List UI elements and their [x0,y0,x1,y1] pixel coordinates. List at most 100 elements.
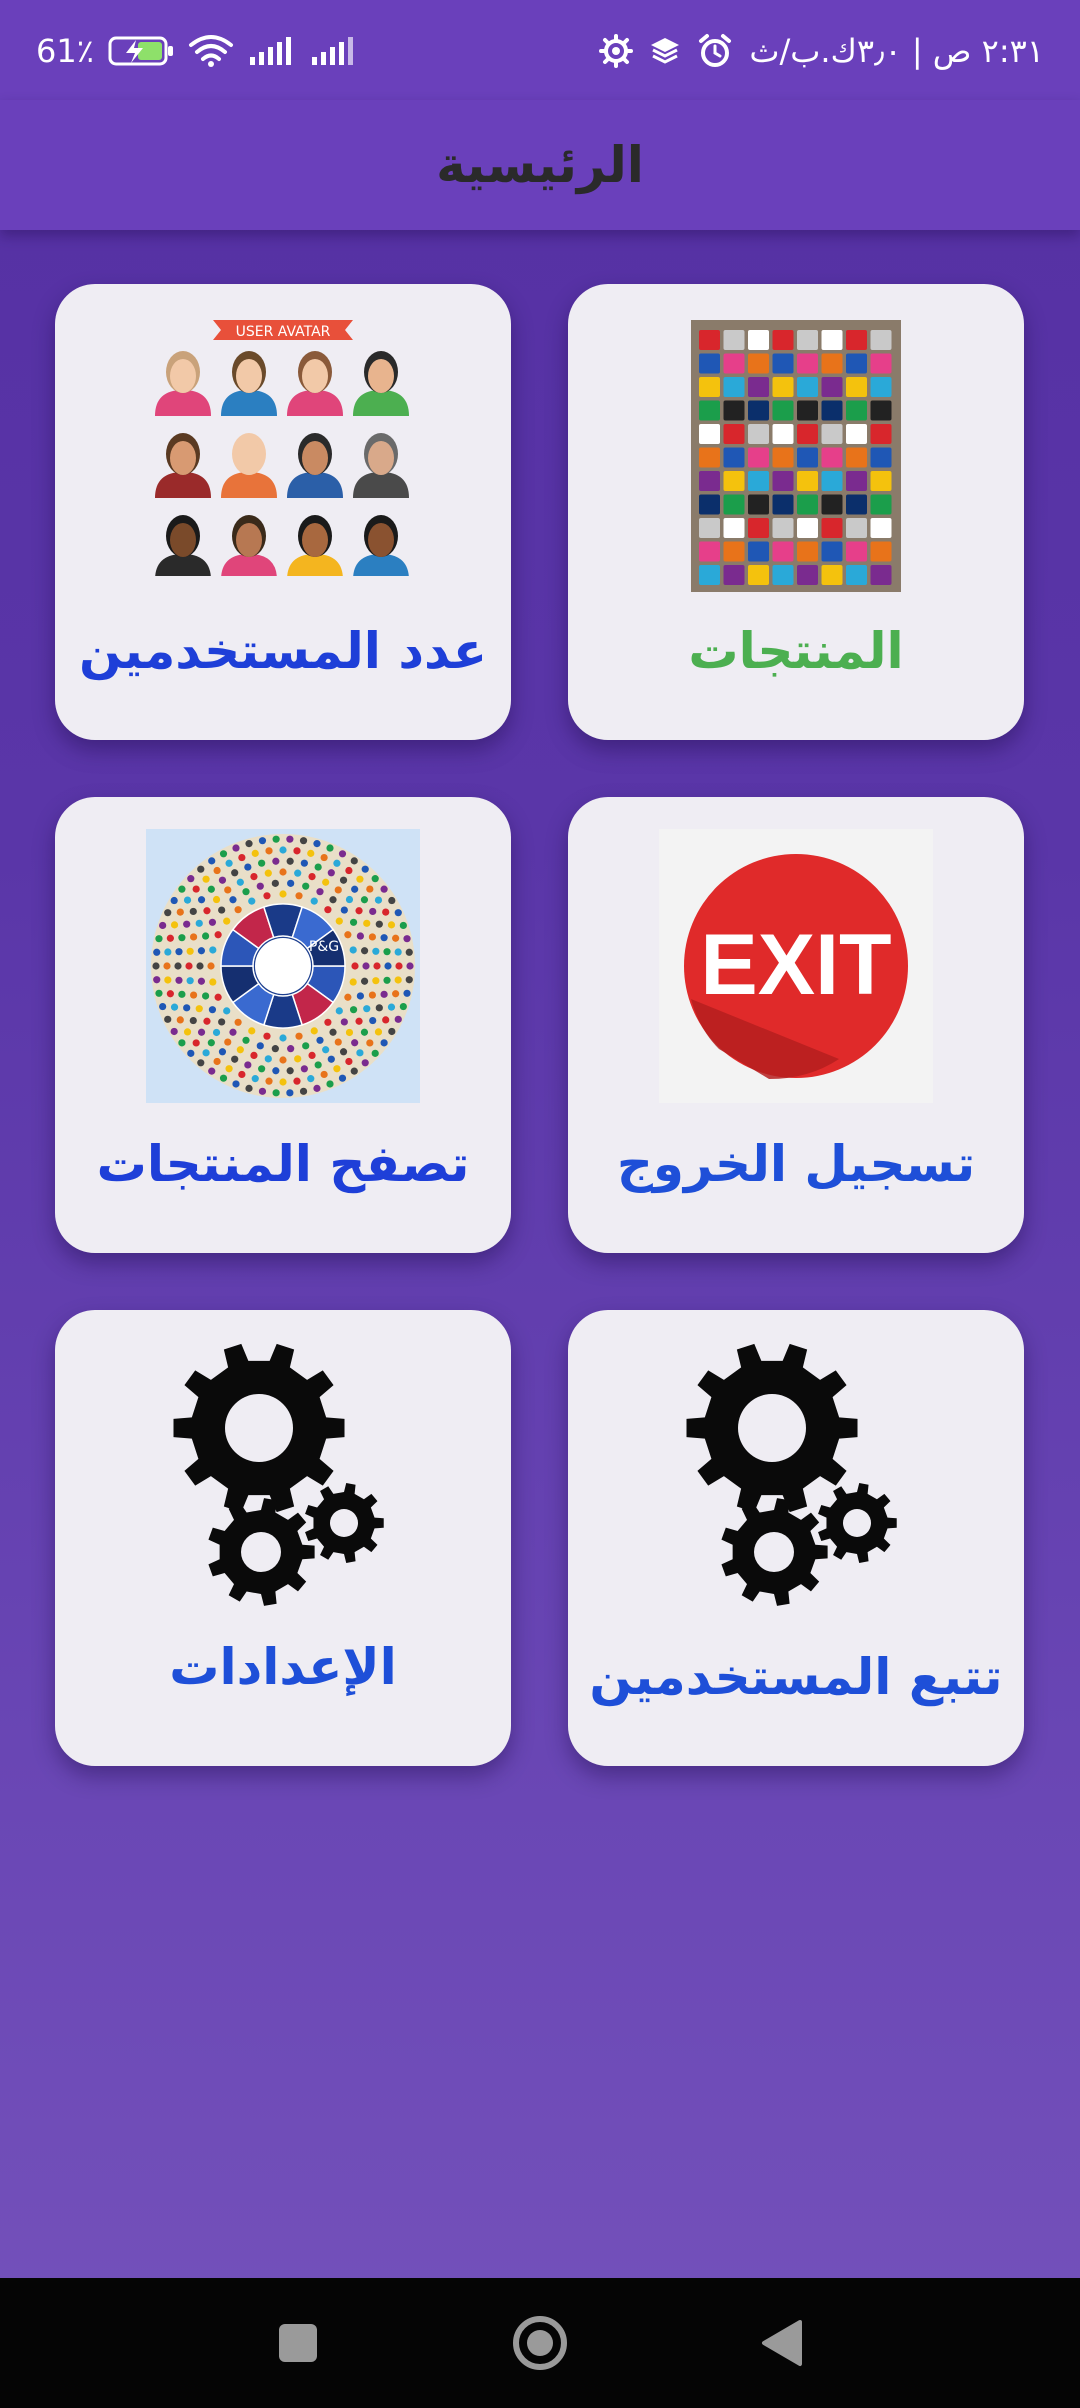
wheel-logo-dot [339,876,348,884]
wheel-logo-dot [187,1049,195,1057]
avatar-face [368,523,394,557]
wheel-logo-dot [286,857,294,865]
wheel-logo-dot [190,933,198,941]
wheel-logo-dot [224,1038,232,1046]
wheel-logo-dot [395,962,403,970]
brand-tile [723,518,745,538]
brand-tile [772,541,794,562]
brand-tile [797,330,818,350]
wheel-logo-dot [356,1049,364,1057]
wheel-logo-dot [308,1051,316,1059]
recents-button[interactable] [258,2278,338,2408]
brand-tile [821,471,843,491]
brand-tile [797,353,818,374]
wheel-logo-dot [356,932,364,940]
back-button[interactable] [742,2278,822,2408]
wheel-logo-dot [371,1049,379,1057]
brand-tile [797,424,818,444]
avatar-face [170,441,196,475]
wheel-logo-dot [178,990,186,998]
wheel-logo-dot [326,1080,334,1088]
wheel-logo-dot [363,919,371,927]
wheel-logo-dot [190,991,198,999]
wheel-logo-dot [244,1061,252,1069]
logout-card[interactable]: EXIT تسجيل الخروج [568,797,1024,1253]
brand-tile [870,565,892,585]
wheel-logo-dot [236,1046,244,1054]
wheel-logo-dot [187,875,195,883]
wheel-logo-dot [394,948,402,956]
browse-products-card[interactable]: P&G تصفح المنتجات [55,797,511,1253]
brand-tile [699,400,720,421]
brand-tile [699,565,720,585]
wheel-logo-dot [361,865,369,873]
user-avatar-image: USER AVATAR [153,316,413,580]
wheel-logo-dot [155,935,163,943]
avatar-shirt [155,390,211,416]
wheel-logo-dot [164,948,172,956]
wheel-logo-dot [225,859,233,867]
brand-tile [772,518,794,538]
wheel-logo-dot [197,977,206,985]
wheel-logo-dot [373,962,381,970]
brand-tile [846,541,867,562]
wheel-logo-dot [256,882,264,890]
wheel-logo-dot [238,853,246,862]
wheel-logo-dot [229,1028,237,1036]
wheel-logo-dot [183,1028,192,1036]
brand-tile [723,565,745,585]
brand-tile [870,330,892,350]
avatar-shirt [353,472,409,498]
users-count-card[interactable]: USER AVATAR عدد المستخدمين [55,284,511,740]
brand-tile [870,494,892,515]
brand-tile [723,447,745,468]
wheel-logo-dot [244,863,252,871]
brand-tile [821,424,843,444]
wheel-logo-dot [313,1084,321,1092]
wheel-logo-dot [170,896,178,905]
wheel-logo-dot [286,1089,294,1097]
wheel-logo-dot [388,896,396,905]
brand-tile [870,518,892,538]
track-users-card[interactable]: تتبع المستخدمين [568,1310,1024,1766]
wheel-logo-dot [272,857,280,865]
wheel-logo-dot [264,869,272,877]
brand-tile [846,471,867,491]
products-card[interactable]: المنتجات [568,284,1024,740]
brand-tile [699,541,720,562]
wheel-logo-dot [360,947,369,955]
wheel-logo-dot [405,948,413,956]
wheel-logo-dot [250,873,258,881]
settings-card[interactable]: الإعدادات [55,1310,511,1766]
wheel-logo-dot [202,875,210,883]
wheel-logo-dot [183,920,191,928]
wheel-logo-dot [279,846,287,854]
brand-tile [723,424,745,444]
wheel-logo-dot [232,1080,240,1088]
brand-tile [797,400,818,421]
wheel-logo-dot [394,909,402,917]
avatar-face [302,359,328,393]
wheel-logo-dot [316,1036,324,1044]
wheel-logo-dot [224,886,232,894]
wheel-logo-dot [383,976,391,984]
home-button[interactable] [500,2278,580,2408]
wifi-icon [188,34,234,68]
wheel-logo-dot [403,989,411,997]
wheel-logo-dot [345,895,354,904]
wheel-logo-dot [250,1051,258,1059]
wheel-logo-dot [351,1039,359,1047]
wheel-logo-dot [231,1055,239,1063]
wheel-logo-dot [322,878,330,886]
browse-products-label: تصفح المنتجات [96,1135,470,1193]
wheel-logo-dot [264,1055,272,1063]
wheel-logo-dot [361,1059,369,1067]
avatar-shirt [155,472,211,498]
wheel-logo-dot [176,1016,184,1024]
brand-tile [821,447,843,468]
wheel-logo-dot [350,857,358,865]
wheel-logo-dot [360,977,369,985]
wheel-logo-dot [380,990,388,998]
home-circle-icon [513,2316,567,2370]
wheel-logo-dot [195,919,203,927]
